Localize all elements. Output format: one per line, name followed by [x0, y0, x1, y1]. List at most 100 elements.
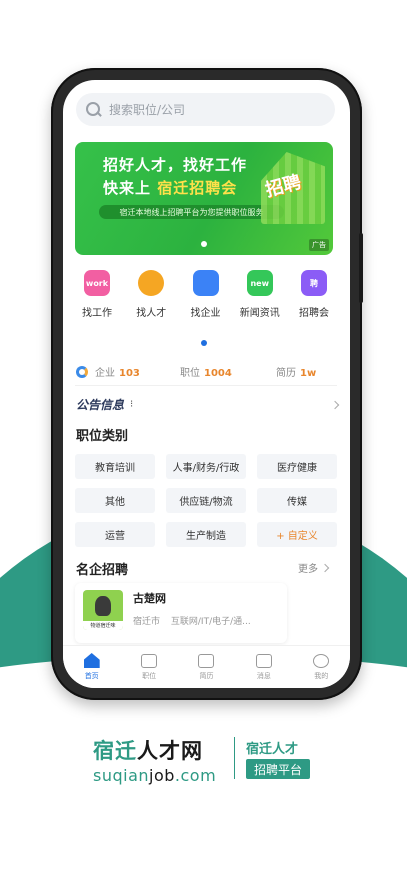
company-industry: 互联网/IT/电子/通...: [170, 617, 251, 627]
chat-icon: [255, 653, 272, 668]
category-chip[interactable]: 医疗健康: [257, 454, 337, 479]
tab-jobs[interactable]: 职位: [129, 653, 169, 681]
tab-label: 首页: [84, 672, 99, 680]
stat-value: 103: [119, 368, 140, 379]
promo-banner[interactable]: 招好人才，找好工作 快来上 宿迁招聘会 宿迁本地线上招聘平台为您提供职位服务 招…: [75, 142, 333, 255]
category-chip[interactable]: 教育培训: [75, 454, 155, 479]
work-icon-glyph: work: [85, 278, 109, 288]
stat-value: 1004: [204, 368, 232, 379]
notice-bar[interactable]: 公告信息 ⁝: [76, 396, 340, 413]
stat-positions: 职位 1004: [180, 364, 276, 379]
tab-messages[interactable]: 消息: [244, 653, 284, 681]
category-chip[interactable]: 其他: [75, 488, 155, 513]
category-grid: 教育培训 人事/财务/行政 医疗健康 其他 供应链/物流 传媒 运营 生产制造 …: [75, 454, 337, 547]
company-city: 宿迁市: [133, 617, 161, 627]
news-icon-glyph: new: [250, 278, 269, 288]
quick-link-find-job[interactable]: work 找工作: [73, 270, 121, 319]
company-card[interactable]: 物道宿迁味 古楚网 宿迁市 互联网/IT/电子/通...: [75, 583, 287, 643]
banner-subtitle: 快来上 宿迁招聘会: [103, 177, 237, 198]
briefcase-icon: [141, 653, 158, 668]
notice-menu-icon: ⁝: [130, 399, 134, 410]
home-icon: [83, 653, 100, 668]
chevron-right-icon: [320, 563, 330, 572]
tab-home[interactable]: 首页: [72, 653, 112, 681]
stats-bar: 企业 103 职位 1004 简历 1w: [76, 364, 338, 379]
banner-page-indicator: [201, 241, 207, 247]
search-placeholder: 搜索职位/公司: [109, 103, 186, 117]
banner-title: 招好人才，找好工作: [103, 156, 248, 174]
tab-label: 我的: [314, 671, 329, 680]
tab-label: 职位: [142, 671, 157, 680]
stat-label: 职位: [180, 368, 200, 379]
job-fair-icon-glyph: 聘: [310, 278, 318, 288]
stats-logo-icon: [76, 365, 88, 378]
stat-companies: 企业 103: [95, 364, 180, 379]
brand-url-part2: job: [149, 766, 175, 785]
search-icon: [85, 101, 102, 118]
category-chip[interactable]: 人事/财务/行政: [166, 454, 246, 479]
banner-sub-prefix: 快来上: [103, 179, 152, 197]
tab-label: 消息: [256, 671, 271, 680]
company-icon: [192, 270, 219, 296]
quick-link-label: 找人才: [136, 308, 167, 319]
stat-value: 1w: [300, 368, 317, 379]
talent-icon: [138, 270, 165, 296]
company-logo: 物道宿迁味: [83, 590, 123, 630]
notice-title: 公告信息: [76, 398, 125, 412]
quick-link-label: 招聘会: [299, 308, 329, 319]
company-logo-caption: 物道宿迁味: [83, 621, 123, 630]
category-chip[interactable]: 运营: [75, 522, 155, 547]
quick-links-page-indicator: [201, 340, 207, 346]
category-chip[interactable]: 供应链/物流: [166, 488, 246, 513]
company-meta: 宿迁市 互联网/IT/电子/通...: [133, 614, 251, 627]
brand-name-part1: 宿迁: [93, 739, 137, 763]
more-label: 更多: [298, 564, 318, 575]
job-fair-icon: 聘: [301, 270, 327, 296]
banner-sub-highlight: 宿迁招聘会: [157, 179, 238, 197]
quick-link-news[interactable]: new 新闻资讯: [236, 270, 284, 319]
company-name: 古楚网: [133, 592, 166, 605]
work-icon: work: [84, 270, 110, 296]
quick-link-find-company[interactable]: 找企业: [182, 270, 230, 319]
profile-icon: [313, 653, 330, 668]
bottom-tab-bar: 首页 职位 简历 消息 我的: [63, 645, 350, 688]
quick-link-job-fair[interactable]: 聘 招聘会: [290, 270, 338, 319]
category-chip[interactable]: 生产制造: [166, 522, 246, 547]
document-icon: [198, 653, 215, 668]
quick-link-label: 新闻资讯: [239, 308, 280, 319]
stat-label: 简历: [276, 368, 296, 379]
brand-tagline: 宿迁人才 招聘平台: [246, 737, 310, 779]
companies-title: 名企招聘: [76, 563, 129, 578]
quick-link-label: 找工作: [82, 308, 112, 319]
company-info: 古楚网 宿迁市 互联网/IT/电子/通...: [133, 590, 251, 627]
quick-link-label: 找企业: [190, 308, 221, 319]
brand-divider: [234, 737, 235, 779]
quick-links: work 找工作 找人才 找企业 new 新闻资讯 聘 招聘会: [73, 270, 338, 319]
search-bar[interactable]: 搜索职位/公司: [76, 93, 335, 126]
brand-name: 宿迁人才网: [93, 735, 216, 765]
tab-label: 简历: [199, 671, 214, 680]
companies-more-link[interactable]: 更多: [298, 560, 330, 575]
banner-pill: 宿迁本地线上招聘平台为您提供职位服务: [99, 205, 284, 219]
stat-resumes: 简历 1w: [276, 364, 316, 379]
phone-frame: 搜索职位/公司 招好人才，找好工作 快来上 宿迁招聘会 宿迁本地线上招聘平台为您…: [51, 68, 363, 700]
quick-link-find-talent[interactable]: 找人才: [127, 270, 175, 319]
tab-resume[interactable]: 简历: [186, 653, 226, 681]
brand-logo: 宿迁人才网 suqianjob.com: [93, 735, 216, 785]
brand-url: suqianjob.com: [93, 766, 216, 785]
tab-profile[interactable]: 我的: [301, 653, 341, 681]
category-chip[interactable]: 传媒: [257, 488, 337, 513]
tagline-top: 宿迁人才: [246, 741, 299, 757]
brand-url-part1: suqian: [93, 766, 150, 785]
custom-category-button[interactable]: + 自定义: [257, 522, 337, 547]
tagline-bottom: 招聘平台: [246, 759, 310, 779]
ad-badge: 广告: [309, 239, 329, 251]
brand-url-part3: .com: [174, 766, 217, 785]
stat-label: 企业: [95, 368, 115, 379]
brand-name-part2: 人才网: [137, 739, 203, 763]
news-icon: new: [246, 270, 273, 296]
app-screen: 搜索职位/公司 招好人才，找好工作 快来上 宿迁招聘会 宿迁本地线上招聘平台为您…: [63, 80, 350, 688]
chevron-right-icon: [330, 400, 340, 409]
divider: [75, 385, 337, 386]
categories-title: 职位类别: [76, 429, 129, 444]
